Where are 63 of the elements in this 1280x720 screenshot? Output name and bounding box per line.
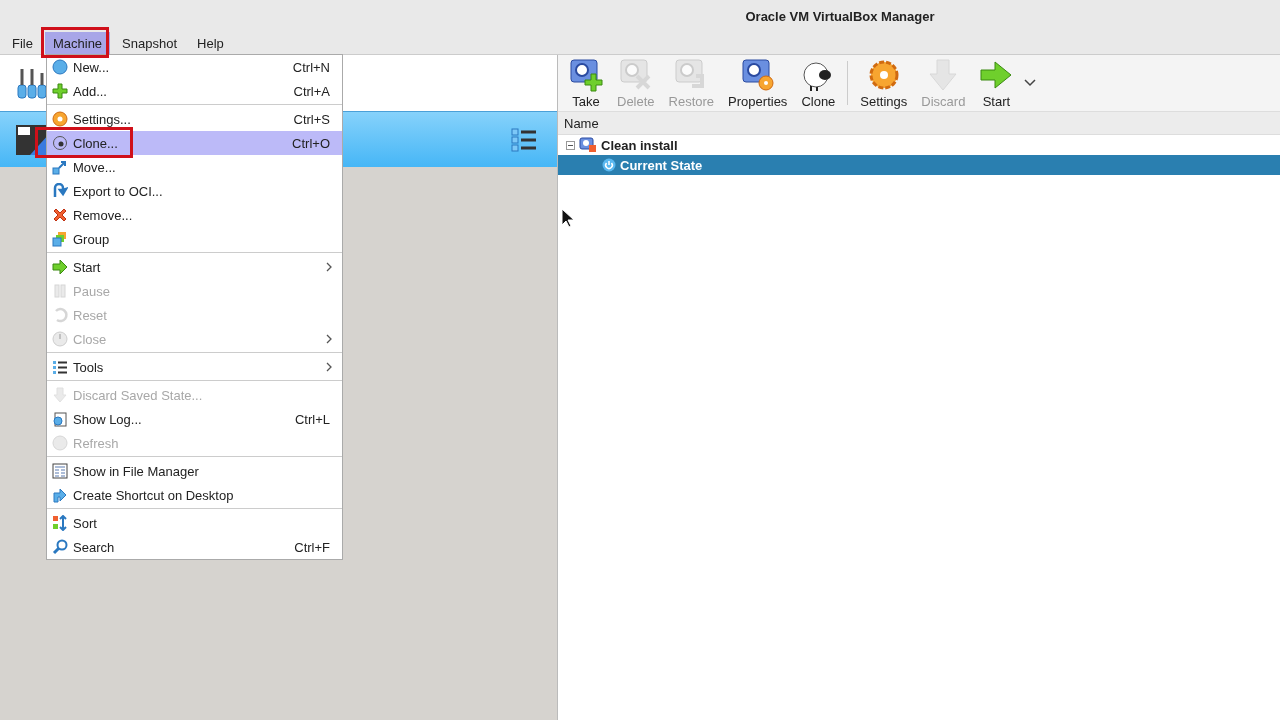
menu-item[interactable]: Export to OCI... xyxy=(47,179,342,203)
toolbar-button[interactable]: Properties xyxy=(721,57,795,109)
menu-item-icon xyxy=(52,207,68,223)
menu-item[interactable]: Move... xyxy=(47,155,342,179)
menu-item[interactable]: Settings... Ctrl+S xyxy=(47,107,342,131)
menu-item[interactable]: Clone... Ctrl+O xyxy=(47,131,342,155)
cursor-icon xyxy=(561,208,575,228)
tree-row[interactable]: Clean install xyxy=(558,135,1280,155)
toolbar-button[interactable]: Take xyxy=(562,57,610,109)
menu-bar-item[interactable]: Machine xyxy=(44,32,111,54)
column-header[interactable]: Name xyxy=(558,112,1280,135)
menu-item-icon xyxy=(52,59,68,75)
menu-item[interactable]: Tools xyxy=(47,355,342,379)
collapse-toggle[interactable] xyxy=(566,140,575,150)
menu-item[interactable]: Start xyxy=(47,255,342,279)
menu-item-icon xyxy=(52,83,68,99)
menu-item-icon xyxy=(52,231,68,247)
menu-item[interactable]: Remove... xyxy=(47,203,342,227)
chevron-down-icon[interactable] xyxy=(1024,79,1037,87)
menu-item[interactable]: Show in File Manager xyxy=(47,459,342,483)
menu-item-icon xyxy=(52,283,68,299)
menu-item-icon xyxy=(52,539,68,555)
menu-item-icon xyxy=(52,435,68,451)
toolbar-button[interactable]: Settings xyxy=(853,57,915,109)
menu-item-icon xyxy=(52,359,68,375)
shortcut-text: Ctrl+L xyxy=(294,411,330,427)
shortcut-text: Ctrl+F xyxy=(294,539,330,555)
menu-item[interactable]: Show Log... Ctrl+L xyxy=(47,407,342,431)
menu-bar-item[interactable]: Snapshot xyxy=(114,32,186,54)
menu-bar-item[interactable]: File xyxy=(4,32,41,54)
shortcut-text: Ctrl+O xyxy=(292,135,330,151)
menu-item[interactable]: Search Ctrl+F xyxy=(47,535,342,559)
snapshot-icon xyxy=(579,137,597,153)
toolbar-button[interactable]: Start xyxy=(972,57,1021,109)
shortcut-text: Ctrl+N xyxy=(292,59,330,75)
toolbar-button[interactable]: Clone xyxy=(794,57,843,109)
menu-item-icon xyxy=(52,411,68,427)
snapshot-name: Clean install xyxy=(601,137,678,153)
menu-item-icon xyxy=(52,331,68,347)
menu-item-icon xyxy=(52,183,68,199)
menu-item-icon xyxy=(52,159,68,175)
menu-item[interactable]: Add... Ctrl+A xyxy=(47,79,342,103)
menu-item-icon xyxy=(52,111,68,127)
menu-bar-item[interactable]: Help xyxy=(189,32,232,54)
menu-item-icon xyxy=(52,487,68,503)
window-title: Oracle VM VirtualBox Manager xyxy=(745,8,935,24)
menu-item[interactable]: New... Ctrl+N xyxy=(47,55,342,79)
power-icon xyxy=(602,158,616,172)
menu-item-icon xyxy=(52,515,68,531)
menu-item-icon xyxy=(52,135,68,151)
snapshot-name: Current State xyxy=(620,157,703,173)
annotation-frame xyxy=(41,27,109,58)
menu-item-icon xyxy=(52,387,68,403)
menu-item-icon xyxy=(52,307,68,323)
menu-item-icon xyxy=(52,463,68,479)
menu-item[interactable]: Group xyxy=(47,227,342,251)
menu-item[interactable]: Create Shortcut on Desktop xyxy=(47,483,342,507)
menu-item-icon xyxy=(52,259,68,275)
shortcut-text: Ctrl+S xyxy=(293,111,330,127)
menu-item[interactable]: Sort xyxy=(47,511,342,535)
tree-row[interactable]: Current State xyxy=(558,155,1280,175)
shortcut-text: Ctrl+A xyxy=(293,83,330,99)
list-view-icon[interactable] xyxy=(511,127,537,152)
